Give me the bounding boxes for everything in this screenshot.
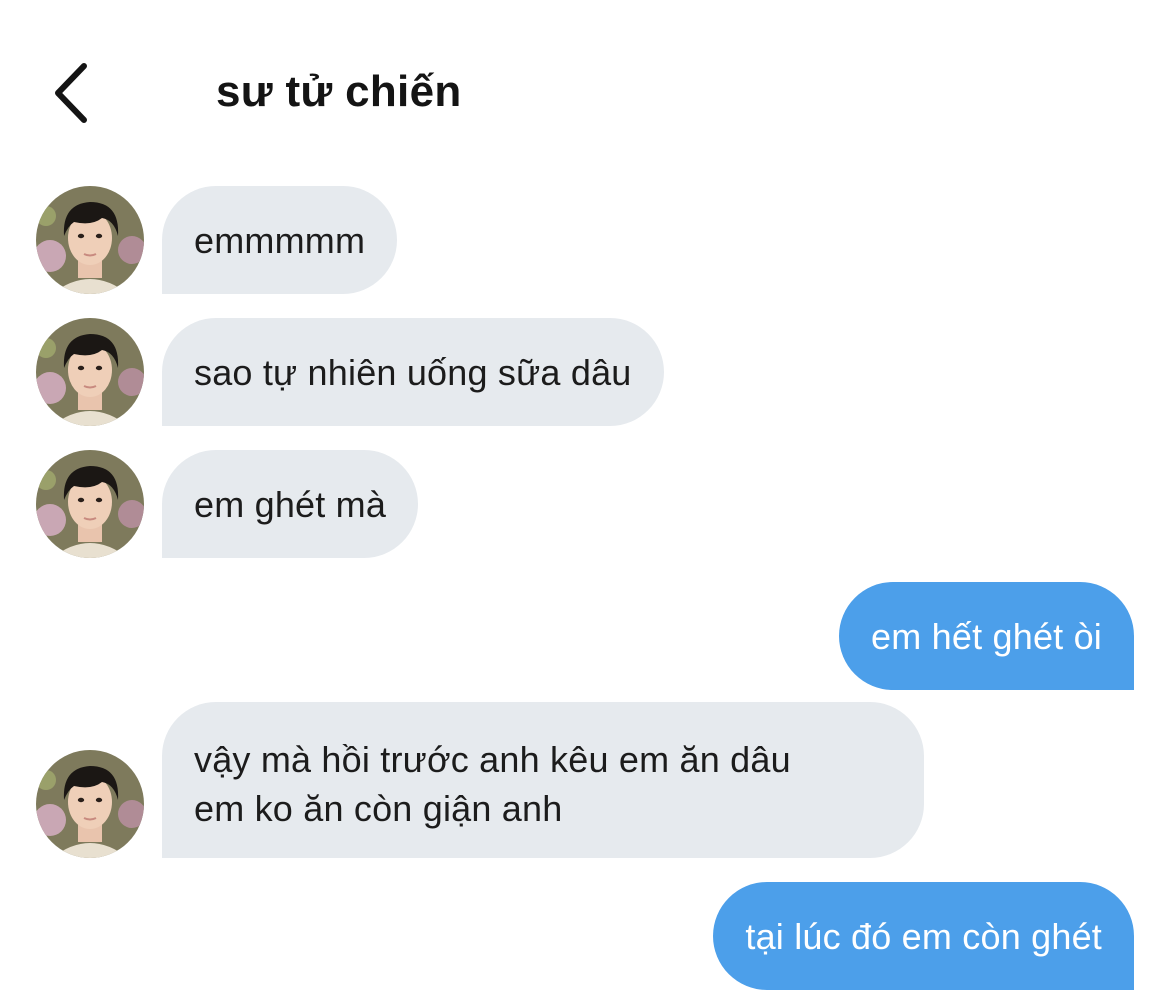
chat-header: sư tử chiến [0, 0, 1169, 170]
message-bubble-outgoing[interactable]: em hết ghét òi [839, 582, 1134, 690]
message-text: tại lúc đó em còn ghét [745, 915, 1102, 957]
message-text: em hết ghét òi [871, 615, 1102, 657]
message-bubble-incoming[interactable]: vậy mà hồi trước anh kêu em ăn dâu em ko… [162, 702, 924, 858]
avatar-photo [36, 186, 144, 294]
message-text: em ghét mà [194, 483, 387, 525]
message-bubble-incoming[interactable]: sao tự nhiên uống sữa dâu [162, 318, 664, 426]
message-bubble-incoming[interactable]: emmmmm [162, 186, 398, 294]
message-bubble-incoming[interactable]: em ghét mà [162, 450, 419, 558]
message-text: emmmmm [194, 219, 366, 261]
avatar-photo [36, 750, 144, 858]
avatar[interactable] [36, 450, 144, 558]
chevron-left-icon [55, 63, 87, 123]
avatar[interactable] [36, 750, 144, 858]
message-text: sao tự nhiên uống sữa dâu [194, 351, 632, 393]
avatar-photo [36, 318, 144, 426]
message-bubble-outgoing[interactable]: tại lúc đó em còn ghét [713, 882, 1134, 990]
message-text: vậy mà hồi trước anh kêu em ăn dâu em ko… [194, 739, 791, 829]
back-button[interactable] [40, 58, 100, 128]
conversation-title: sư tử chiến [216, 67, 462, 116]
avatar[interactable] [36, 186, 144, 294]
avatar[interactable] [36, 318, 144, 426]
avatar-photo [36, 450, 144, 558]
chat-screen: sư tử chiến emmmmm sao tự nhiên uống sữa… [0, 0, 1169, 999]
